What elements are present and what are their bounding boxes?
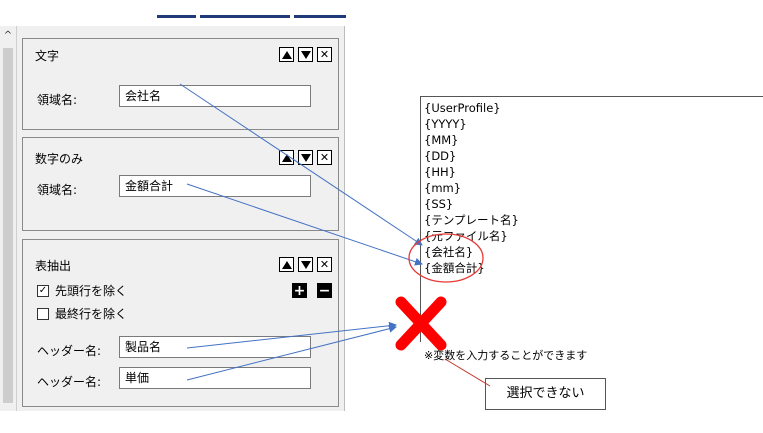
triangle-up-icon [281,50,292,59]
triangle-up-icon [281,153,292,162]
settings-panel-area: 文字 ✕ 領域名: 会社名 数字のみ ✕ 領域名: 金額合計 表抽出 ✕ + − [17,26,345,411]
region-name-label: 領域名: [37,183,78,197]
variable-item: {mm} [424,181,462,195]
header-name-label: ヘッダー名: [37,375,102,389]
variable-input-note: ※変数を入力することができます [424,349,588,362]
triangle-down-icon [300,260,311,269]
triangle-up-icon [281,260,292,269]
header-name-input[interactable]: 製品名 [119,336,311,358]
move-down-button[interactable] [298,150,313,165]
top-tab-line [294,15,346,18]
move-up-button[interactable] [279,47,294,62]
variable-list: {UserProfile} {YYYY} {MM} {DD} {HH} {mm}… [424,100,519,276]
checkbox-box[interactable] [37,307,49,320]
header-name-input[interactable]: 単価 [119,367,311,389]
remove-panel-button[interactable]: ✕ [317,150,332,165]
checkbox-label: 最終行を除く [55,307,128,321]
number-region-panel: 数字のみ ✕ 領域名: 金額合計 [22,137,339,231]
region-name-input[interactable]: 金額合計 [119,175,311,197]
table-extract-panel: 表抽出 ✕ + − ✓ 先頭行を除く 最終行を除く ヘッダー名: 製品名 ヘッダ… [22,239,339,407]
checkbox-label: 先頭行を除く [55,284,128,298]
skip-first-row-checkbox[interactable]: ✓ 先頭行を除く [37,282,127,299]
panel-title: 表抽出 [35,259,72,273]
panel-title: 文字 [35,49,60,63]
vertical-scrollbar[interactable]: ^ [0,26,17,411]
variable-item: {UserProfile} [424,101,501,115]
variable-item: {金額合計} [424,261,485,275]
variable-item: {YYYY} [424,117,467,131]
variable-item: {MM} [424,133,459,147]
move-up-button[interactable] [279,257,294,272]
variable-item: {DD} [424,149,457,163]
scroll-thumb[interactable] [3,48,13,403]
add-header-button[interactable]: + [292,283,307,298]
move-down-button[interactable] [298,47,313,62]
variable-item: {HH} [424,165,456,179]
triangle-down-icon [300,153,311,162]
triangle-down-icon [300,50,311,59]
remove-panel-button[interactable]: ✕ [317,47,332,62]
checkbox-box[interactable]: ✓ [37,284,49,297]
remove-panel-button[interactable]: ✕ [317,257,332,272]
panel-title: 数字のみ [35,152,84,166]
header-name-label: ヘッダー名: [37,344,102,358]
callout-leader [444,358,491,387]
region-name-input[interactable]: 会社名 [119,85,311,107]
scroll-up-icon[interactable]: ^ [2,30,14,42]
top-tab-line [200,15,290,18]
variable-item: {テンプレート名} [424,213,519,227]
variable-item: {会社名} [424,245,474,259]
remove-header-button[interactable]: − [317,283,332,298]
variable-item: {SS} [424,197,454,211]
text-region-panel: 文字 ✕ 領域名: 会社名 [22,38,339,130]
variable-item: {元ファイル名} [424,229,508,243]
move-down-button[interactable] [298,257,313,272]
skip-last-row-checkbox[interactable]: 最終行を除く [37,305,127,322]
region-name-label: 領域名: [37,93,78,107]
top-tab-line [157,15,196,18]
cannot-select-callout: 選択できない [485,378,606,410]
variable-text-area[interactable]: {UserProfile} {YYYY} {MM} {DD} {HH} {mm}… [420,96,763,342]
move-up-button[interactable] [279,150,294,165]
